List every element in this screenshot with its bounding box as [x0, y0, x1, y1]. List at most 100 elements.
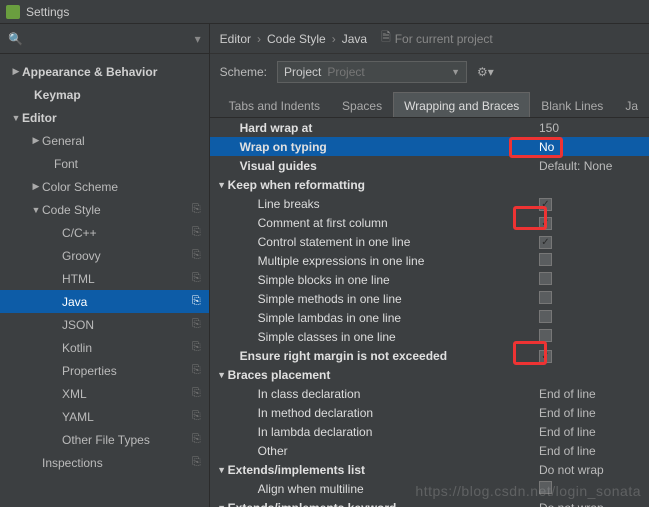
- search-input[interactable]: [27, 32, 195, 46]
- crumb-java[interactable]: Java: [342, 32, 367, 46]
- setting-value: 150: [539, 121, 559, 135]
- sidebar-item-label: Kotlin: [62, 341, 192, 355]
- setting-row[interactable]: Control statement in one line✓: [210, 232, 649, 251]
- setting-value: Default: None: [539, 159, 612, 173]
- crumb-code-style[interactable]: Code Style: [267, 32, 326, 46]
- checkbox[interactable]: ✓: [539, 198, 552, 211]
- sidebar-item-inspections[interactable]: Inspections⎘: [0, 451, 209, 474]
- tab-spaces[interactable]: Spaces: [331, 92, 393, 118]
- sidebar-item-groovy[interactable]: Groovy⎘: [0, 244, 209, 267]
- sidebar-item-general[interactable]: ▶General: [0, 129, 209, 152]
- sidebar-item-editor[interactable]: ▼Editor: [0, 106, 209, 129]
- setting-row[interactable]: Wrap on typingNo: [210, 137, 649, 156]
- setting-label: Line breaks: [258, 197, 320, 211]
- setting-label: Simple lambdas in one line: [258, 311, 401, 325]
- checkbox[interactable]: ✓: [539, 217, 552, 230]
- checkbox[interactable]: [539, 253, 552, 266]
- sidebar-item-label: Other File Types: [62, 433, 192, 447]
- scheme-select[interactable]: Project Project ▼: [277, 61, 467, 83]
- setting-row[interactable]: Hard wrap at150: [210, 118, 649, 137]
- sidebar-item-java[interactable]: Java⎘: [0, 290, 209, 313]
- checkbox[interactable]: [539, 291, 552, 304]
- setting-row[interactable]: In method declarationEnd of line: [210, 403, 649, 422]
- sidebar-item-c-c-[interactable]: C/C++⎘: [0, 221, 209, 244]
- breadcrumb: Editor › Code Style › Java 🗎 For current…: [210, 24, 649, 54]
- sidebar-item-yaml[interactable]: YAML⎘: [0, 405, 209, 428]
- setting-row[interactable]: ▼Extends/implements listDo not wrap: [210, 460, 649, 479]
- checkbox[interactable]: ✓: [539, 236, 552, 249]
- sidebar-item-label: Code Style: [42, 203, 192, 217]
- sidebar-item-label: Font: [54, 157, 201, 171]
- scope-icon: ⎘: [192, 410, 201, 423]
- chevron-right-icon: ›: [332, 32, 336, 46]
- setting-row[interactable]: Align when multiline: [210, 479, 649, 498]
- setting-row[interactable]: ▼Extends/implements keyword Do not wrap: [210, 498, 649, 507]
- sidebar-item-label: General: [42, 134, 201, 148]
- setting-value: End of line: [539, 444, 596, 458]
- setting-row[interactable]: OtherEnd of line: [210, 441, 649, 460]
- setting-label: In class declaration: [258, 387, 361, 401]
- arrow-icon: ▼: [10, 113, 22, 123]
- sidebar-item-appearance-behavior[interactable]: ▶Appearance & Behavior: [0, 60, 209, 83]
- setting-row[interactable]: Simple classes in one line: [210, 327, 649, 346]
- sidebar-item-keymap[interactable]: Keymap: [0, 83, 209, 106]
- setting-row[interactable]: ▼Braces placement: [210, 365, 649, 384]
- setting-row[interactable]: Simple blocks in one line: [210, 270, 649, 289]
- sidebar-item-label: Properties: [62, 364, 192, 378]
- setting-row[interactable]: Comment at first column✓: [210, 213, 649, 232]
- tab-ja[interactable]: Ja: [614, 92, 649, 118]
- tab-blank-lines[interactable]: Blank Lines: [530, 92, 614, 118]
- checkbox[interactable]: [539, 329, 552, 342]
- setting-row[interactable]: Simple lambdas in one line: [210, 308, 649, 327]
- crumb-editor[interactable]: Editor: [220, 32, 251, 46]
- setting-row[interactable]: Visual guidesDefault: None: [210, 156, 649, 175]
- setting-label: In lambda declaration: [258, 425, 373, 439]
- sidebar-item-json[interactable]: JSON⎘: [0, 313, 209, 336]
- chevron-down-icon[interactable]: ▾: [195, 32, 201, 46]
- setting-value: Do not wrap: [539, 501, 604, 507]
- checkbox[interactable]: ✓: [539, 350, 552, 363]
- setting-label: In method declaration: [258, 406, 373, 420]
- sidebar-item-other-file-types[interactable]: Other File Types⎘: [0, 428, 209, 451]
- setting-row[interactable]: ▼Keep when reformatting: [210, 175, 649, 194]
- checkbox[interactable]: [539, 310, 552, 323]
- arrow-icon: ▶: [30, 181, 42, 192]
- doc-icon: 🗎: [381, 28, 391, 49]
- setting-value: End of line: [539, 387, 596, 401]
- setting-row[interactable]: Multiple expressions in one line: [210, 251, 649, 270]
- search-bar[interactable]: 🔍 ▾: [0, 24, 209, 54]
- sidebar-item-label: Color Scheme: [42, 180, 201, 194]
- sidebar-item-properties[interactable]: Properties⎘: [0, 359, 209, 382]
- sidebar-item-kotlin[interactable]: Kotlin⎘: [0, 336, 209, 359]
- sidebar-item-label: Editor: [22, 111, 201, 125]
- arrow-icon: ▼: [216, 503, 228, 507]
- sidebar-item-label: Appearance & Behavior: [22, 65, 201, 79]
- scope-icon: ⎘: [192, 249, 201, 262]
- sidebar-item-code-style[interactable]: ▼Code Style⎘: [0, 198, 209, 221]
- window-title: Settings: [26, 5, 69, 19]
- setting-value: End of line: [539, 425, 596, 439]
- sidebar-item-color-scheme[interactable]: ▶Color Scheme: [0, 175, 209, 198]
- tab-wrapping-and-braces[interactable]: Wrapping and Braces: [393, 92, 530, 118]
- checkbox[interactable]: [539, 272, 552, 285]
- setting-label: Extends/implements keyword: [228, 501, 397, 507]
- sidebar-item-font[interactable]: Font: [0, 152, 209, 175]
- setting-row[interactable]: Simple methods in one line: [210, 289, 649, 308]
- setting-row[interactable]: Ensure right margin is not exceeded✓: [210, 346, 649, 365]
- sidebar-item-label: Java: [62, 295, 192, 309]
- chevron-right-icon: ›: [257, 32, 261, 46]
- search-icon: 🔍: [8, 32, 23, 46]
- setting-value: No: [539, 140, 554, 154]
- setting-row[interactable]: In lambda declaration End of line: [210, 422, 649, 441]
- gear-icon[interactable]: ⚙▾: [477, 65, 494, 79]
- setting-row[interactable]: Line breaks ✓: [210, 194, 649, 213]
- tab-tabs-and-indents[interactable]: Tabs and Indents: [218, 92, 331, 118]
- scope-icon: ⎘: [192, 295, 201, 308]
- checkbox[interactable]: [539, 481, 552, 494]
- sidebar-item-xml[interactable]: XML⎘: [0, 382, 209, 405]
- app-icon: [6, 5, 20, 19]
- sidebar-item-label: Inspections: [42, 456, 192, 470]
- sidebar-item-label: HTML: [62, 272, 192, 286]
- setting-row[interactable]: In class declaration End of line: [210, 384, 649, 403]
- sidebar-item-html[interactable]: HTML⎘: [0, 267, 209, 290]
